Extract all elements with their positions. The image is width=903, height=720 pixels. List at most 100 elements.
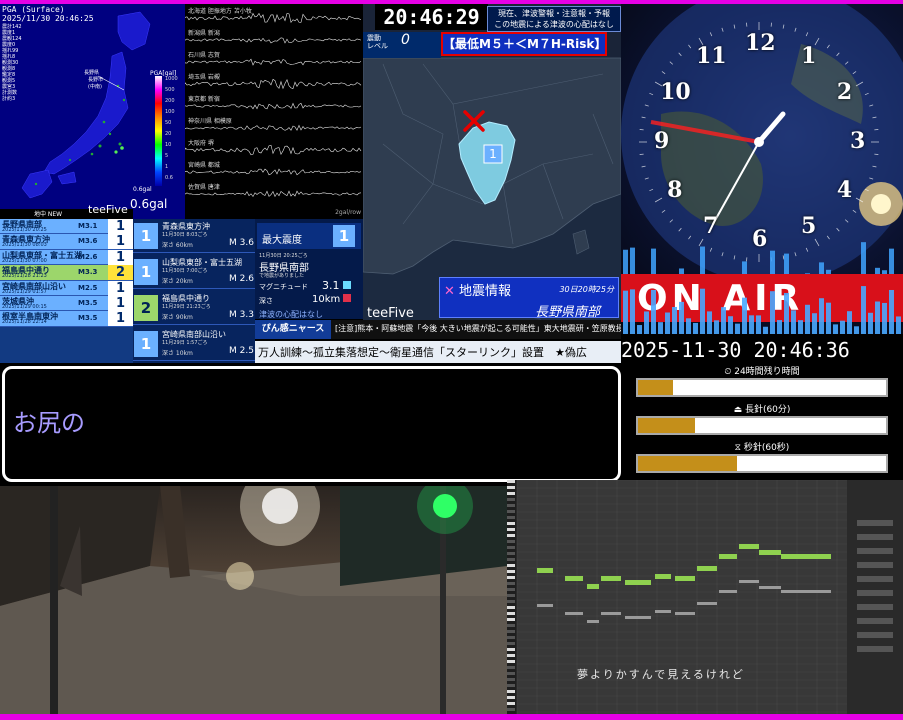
clock-number: 11	[696, 43, 727, 70]
piano-roll-note	[697, 566, 717, 571]
eew-clock: 20:46:29	[375, 4, 488, 30]
pga-scale-tick: 10	[165, 142, 172, 148]
quake-detail-intensity: 1	[134, 223, 158, 249]
equalizer-bar	[728, 316, 733, 334]
piano-key	[507, 516, 515, 519]
pga-scale-tick: 5	[165, 153, 169, 159]
second-remaining-title: 秒針(60秒)	[743, 443, 790, 453]
inspector-control	[857, 632, 893, 638]
pga-scale-tick: 100	[165, 109, 175, 115]
station-label: 埼玉県 岩槻	[188, 74, 220, 81]
equalizer-bar	[882, 302, 887, 334]
inspector-control	[857, 646, 893, 652]
equalizer-bar	[784, 292, 789, 334]
piano-key	[507, 612, 515, 615]
piano-key	[507, 696, 515, 699]
equalizer-bar	[707, 311, 712, 334]
quake-detail-depth: 深さ 10km	[162, 350, 193, 357]
quake-list-row: 福島県中通り 2025/11/28 21:23 M3.3 2	[0, 265, 133, 281]
quake-list-magnitude: M2.6	[78, 252, 98, 261]
equalizer-bar	[686, 318, 691, 334]
velocity-bar	[739, 580, 759, 583]
clock-number: 10	[660, 79, 691, 105]
tsunami-status: 現在、津波警報・注意報・予報 この地震による津波の心配はなし	[487, 6, 621, 32]
piano-roll-note	[759, 550, 781, 555]
quake-list-magnitude: M3.6	[78, 237, 98, 246]
quake-detail-date: 11月29日 21:23ごろ	[162, 304, 211, 310]
piano-key	[507, 558, 515, 561]
velocity-bar	[759, 586, 781, 589]
piano-key	[507, 618, 515, 621]
quake-list-intensity: 1	[108, 311, 133, 327]
piano-key	[507, 540, 515, 543]
velocity-bar	[801, 590, 831, 593]
quake-list-date: 2025/11/28 22:14	[2, 319, 47, 326]
news-ticker: ぴん感ニャース [注意]熊本・阿蘇地震「今後 大きい地震が起こる可能性」東大地震…	[255, 320, 621, 339]
equalizer-bar	[693, 322, 698, 334]
equalizer-bar	[721, 307, 726, 334]
piano-key	[507, 498, 515, 501]
piano-key	[507, 630, 515, 633]
equalizer-bar	[791, 310, 796, 334]
pga-scale-ticks: 1000 500 200 100 50 20 10 5 1 0.6	[165, 74, 178, 184]
piano-key	[507, 672, 515, 675]
clock-number: 9	[654, 128, 670, 154]
velocity-bar	[587, 620, 599, 623]
quake-detail-magnitude: M 3.6	[229, 238, 254, 248]
clock-number: 3	[850, 128, 866, 154]
piano-roll-note	[587, 584, 599, 589]
quake-list-intensity: 1	[108, 280, 133, 296]
quake-list-row: 青森県東方沖 2025/11/30 08:03 M3.6 1	[0, 234, 133, 250]
piano-roll-note	[637, 580, 651, 585]
max-intensity-value: 1	[333, 225, 355, 247]
piano-roll-note	[601, 576, 621, 581]
max-intensity-panel: 最大震度 1 11月30日 20:25ごろ 長野県南部 で地震がありました マグニ…	[255, 219, 363, 319]
piano-key	[507, 552, 515, 555]
station-label: 新潟県 新潟	[188, 30, 220, 37]
inspector-control	[857, 590, 893, 596]
street-scene	[0, 486, 507, 714]
quake-info-time: 30日20時25分	[559, 285, 614, 294]
clock-number: 2	[836, 79, 853, 105]
equalizer-bar	[868, 312, 873, 334]
pga-map-panel: PGA (Surface) 2025/11/30 20:46:25 農計142 震度…	[0, 4, 185, 219]
pga-scale-tick: 1	[165, 164, 169, 170]
quake-list-date: 2025/11/30 20:25	[2, 227, 47, 233]
quake-list-magnitude: M2.5	[78, 283, 98, 292]
piano-key	[507, 564, 515, 567]
velocity-bar	[719, 590, 737, 593]
quake-list-intensity: 1	[108, 249, 133, 265]
piano-key	[507, 480, 515, 483]
magnitude-label: マグニチュード	[259, 283, 308, 291]
piano-key	[507, 684, 515, 687]
quake-list-row: 茨城県沖 2025/11/29 00:15 M3.5 1	[0, 295, 133, 312]
equalizer-bar	[665, 312, 670, 334]
clock-number: 8	[667, 177, 683, 203]
equalizer-bar	[735, 323, 740, 334]
equalizer-bar	[833, 324, 838, 334]
quake-list-row: 宮崎県南部山沿い 2025/11/29 01:57 M2.5 1	[0, 280, 133, 296]
velocity-bar	[655, 610, 671, 613]
quake-detail-item: 1 青森県東方沖 11月30日 8:03ごろ 深さ 60km M 3.6	[133, 219, 255, 253]
tsunami-line-1: 現在、津波警報・注意報・予報	[498, 9, 610, 18]
piano-key	[507, 666, 515, 669]
inspector-control	[857, 534, 893, 540]
inspector-control	[857, 520, 893, 526]
clock-number: 12	[745, 30, 776, 56]
quake-list: 長野県南部 2025/11/30 20:25 M3.1 1 青森県東方沖 2025/11/…	[0, 219, 133, 363]
clock-number: 5	[801, 212, 817, 239]
velocity-bar	[637, 616, 651, 619]
quake-detail-intensity: 1	[134, 259, 158, 285]
piano-roll-note	[675, 576, 695, 581]
velocity-bar	[601, 612, 621, 615]
caption-box: お尻の	[2, 366, 621, 482]
quake-list-date: 2025/11/30 07:00	[2, 257, 47, 264]
quake-list-header-label: 地中 NEW	[34, 211, 63, 218]
piano-key	[507, 702, 515, 705]
quake-detail-date: 11月30日 8:03ごろ	[162, 232, 208, 238]
velocity-bar	[565, 612, 583, 615]
velocity-bar	[537, 604, 553, 607]
station-label: 佐賀県 唐津	[188, 184, 220, 191]
station-label: 大阪府 堺	[188, 140, 214, 147]
velocity-bar	[781, 590, 801, 593]
